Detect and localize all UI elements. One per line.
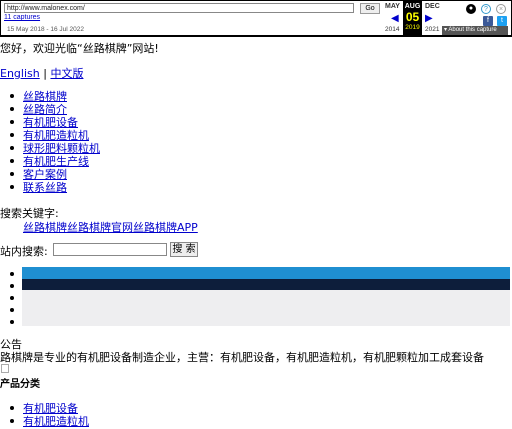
close-icon[interactable]: × — [496, 4, 506, 14]
search-button[interactable]: 搜 索 — [170, 242, 198, 257]
nav-bullet — [10, 159, 14, 163]
wayback-about-label: About this capture — [448, 27, 497, 33]
wayback-next-year[interactable]: 2021 — [425, 26, 439, 33]
nav-bullet — [10, 146, 14, 150]
slider-bullet — [10, 284, 14, 288]
wayback-current-month: AUG — [404, 3, 421, 10]
nav-bullet — [10, 107, 14, 111]
wayback-current-date: AUG 05 2019 — [403, 1, 422, 35]
slider-bullet — [10, 320, 14, 324]
wayback-about-capture-button[interactable]: ▾ About this capture — [442, 26, 508, 35]
wayback-prev-month[interactable]: MAY — [385, 3, 400, 10]
broken-image-icon — [1, 364, 9, 373]
wayback-url-input[interactable]: http://www.malonex.com/ — [4, 3, 354, 13]
site-search-label: 站内搜索: — [0, 245, 48, 258]
greeting-text: 您好，欢迎光临“丝路棋牌”网站! — [0, 42, 159, 55]
nav-bullet — [10, 120, 14, 124]
banner-slide-3[interactable] — [22, 290, 510, 326]
products-title: 产品分类 — [0, 379, 40, 390]
wayback-go-button[interactable]: Go — [360, 3, 380, 14]
wayback-prev-arrow-icon[interactable]: ◀ — [391, 13, 399, 24]
nav-bullet — [10, 94, 14, 98]
slider-bullet — [10, 296, 14, 300]
product-item-granulator[interactable]: 有机肥造粒机 — [23, 413, 89, 429]
wayback-date-range: 15 May 2018 - 16 Jul 2022 — [7, 26, 84, 33]
search-input[interactable] — [53, 243, 167, 256]
banner-slide-2[interactable] — [22, 279, 510, 290]
wayback-current-year: 2019 — [405, 24, 420, 31]
wayback-current-day: 05 — [405, 10, 420, 24]
user-icon[interactable]: ● — [466, 4, 476, 14]
search-keywords-link[interactable]: 丝路棋牌丝路棋牌官网丝路棋牌APP — [23, 219, 198, 235]
wayback-toolbar: http://www.malonex.com/ Go 11 captures 1… — [0, 0, 512, 37]
twitter-icon[interactable]: t — [497, 16, 507, 26]
slider-bullet — [10, 308, 14, 312]
product-bullet — [10, 419, 14, 423]
banner-slide-1[interactable] — [22, 267, 510, 279]
help-icon[interactable]: ? — [481, 4, 491, 14]
lang-separator: | — [43, 67, 47, 80]
notice-text: 路棋牌是专业的有机肥设备制造企业，主营：有机肥设备，有机肥造粒机，有机肥颗粒加工… — [0, 351, 484, 364]
wayback-next-month[interactable]: DEC — [425, 3, 440, 10]
facebook-icon[interactable]: f — [483, 16, 493, 26]
nav-item-contact[interactable]: 联系丝路 — [23, 179, 67, 195]
language-switch: English | 中文版 — [0, 65, 83, 81]
lang-english-link[interactable]: English — [0, 67, 40, 80]
lang-chinese-link[interactable]: 中文版 — [50, 67, 83, 80]
nav-bullet — [10, 172, 14, 176]
slider-bullet — [10, 272, 14, 276]
wayback-captures-link[interactable]: 11 captures — [4, 14, 40, 21]
nav-bullet — [10, 185, 14, 189]
product-bullet — [10, 406, 14, 410]
nav-bullet — [10, 133, 14, 137]
wayback-next-arrow-icon[interactable]: ▶ — [425, 13, 433, 24]
wayback-prev-year[interactable]: 2014 — [385, 26, 399, 33]
